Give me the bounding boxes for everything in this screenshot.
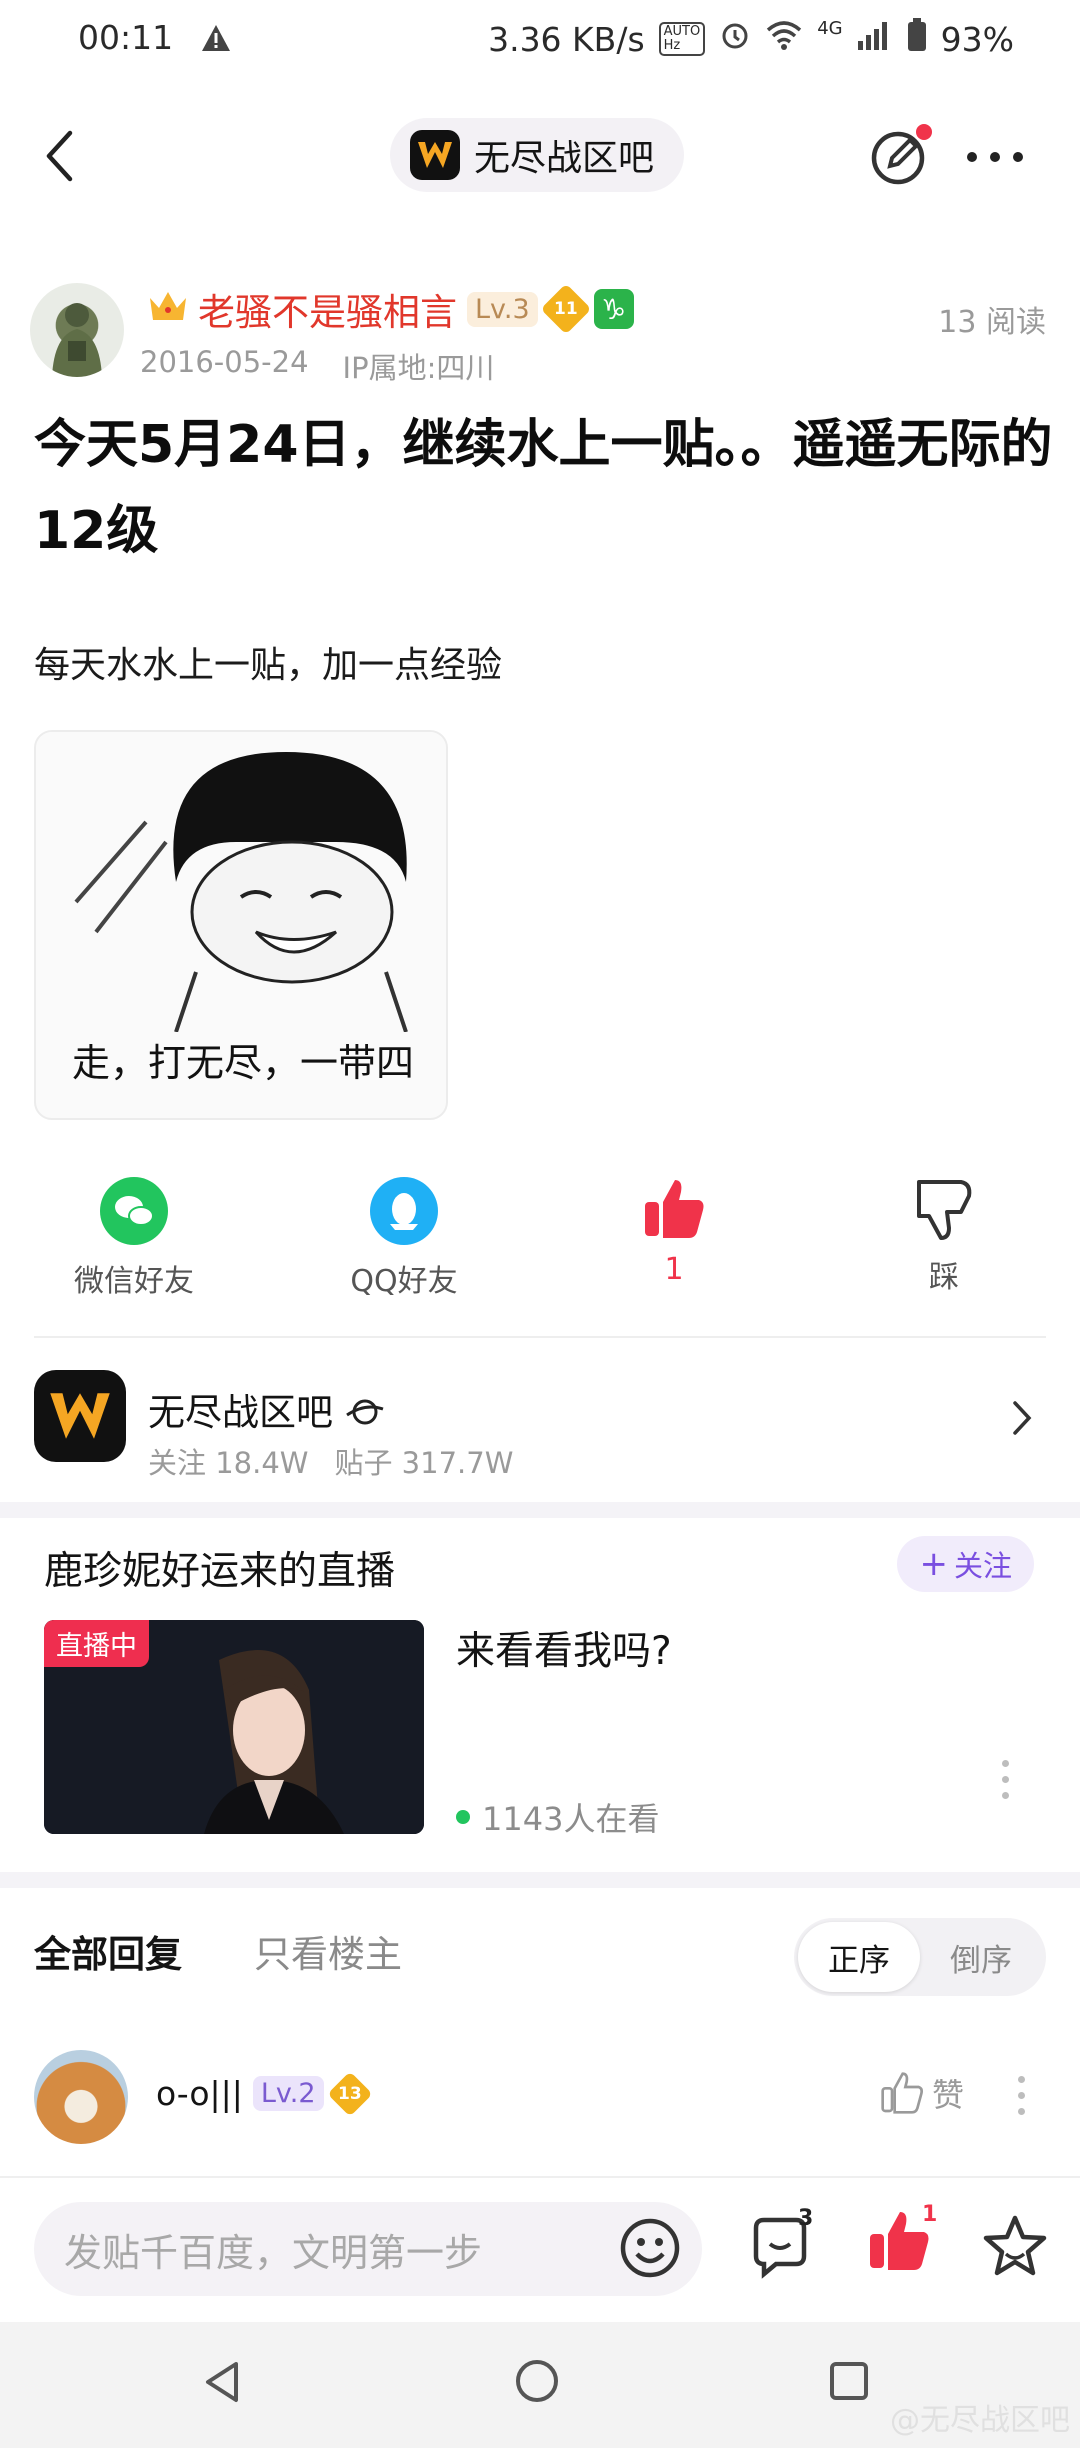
live-title[interactable]: 鹿珍妮好运来的直播 bbox=[44, 1540, 395, 1596]
member-badge-icon: 11 bbox=[540, 283, 592, 335]
thumb-down-icon bbox=[917, 1180, 972, 1240]
signal-icon bbox=[857, 19, 893, 59]
qq-icon bbox=[370, 1177, 438, 1245]
member-badge-level: 11 bbox=[553, 298, 578, 319]
divider bbox=[34, 1336, 1046, 1338]
like-bottom-icon[interactable]: 1 bbox=[866, 2202, 937, 2278]
share-wechat-button[interactable]: 微信好友 bbox=[44, 1176, 224, 1300]
reply-author[interactable]: o-o||| bbox=[156, 2074, 243, 2113]
forum-logo[interactable] bbox=[34, 1370, 126, 1462]
like-count: 1 bbox=[664, 1252, 684, 1287]
dislike-label: 踩 bbox=[929, 1260, 959, 1295]
meme-face-image bbox=[36, 732, 446, 1033]
reply-badge-level: 13 bbox=[337, 2083, 362, 2104]
live-more-icon[interactable] bbox=[1002, 1760, 1010, 1799]
live-caption[interactable]: 来看看我吗? bbox=[456, 1620, 672, 1676]
reply-like-button[interactable]: 赞 bbox=[880, 2070, 964, 2116]
read-count: 13 阅读 bbox=[938, 305, 1046, 340]
share-qq-button[interactable]: QQ好友 bbox=[314, 1176, 494, 1300]
like-bottom-count: 1 bbox=[922, 2202, 938, 2227]
post-title: 今天5月24日，继续水上一贴。。遥遥无际的12级 bbox=[34, 415, 1053, 561]
author-level: Lv.3 bbox=[467, 291, 538, 327]
edit-post-icon[interactable] bbox=[868, 122, 934, 192]
comment-icon[interactable]: 3 bbox=[748, 2206, 818, 2284]
sort-asc-button[interactable]: 正序 bbox=[798, 1922, 920, 1992]
forum-posts: 贴子 317.7W bbox=[334, 1446, 514, 1480]
follow-button[interactable]: + 关注 bbox=[897, 1536, 1034, 1592]
zodiac-icon: ♑ bbox=[593, 289, 634, 329]
tab-op-only[interactable]: 只看楼主 bbox=[254, 1924, 402, 1978]
author-name[interactable]: 老骚不是骚相言 bbox=[198, 282, 457, 336]
nav-back-icon[interactable] bbox=[202, 2360, 242, 2408]
author-avatar[interactable] bbox=[30, 283, 124, 377]
author-line: 老骚不是骚相言 Lv.3 11 ♑ bbox=[148, 282, 634, 336]
wifi-icon bbox=[765, 19, 803, 59]
forum-logo-icon bbox=[410, 130, 460, 180]
post-date: 2016-05-24 bbox=[140, 345, 309, 379]
section-gap bbox=[0, 1872, 1080, 1888]
thumb-up-outline-icon bbox=[881, 2072, 923, 2114]
image-caption: 走，打无尽，一带四 bbox=[71, 1041, 414, 1085]
forum-pill[interactable]: 无尽战区吧 bbox=[390, 118, 685, 192]
comment-bar: 发贴千百度，文明第一步 3 1 bbox=[0, 2176, 1080, 2322]
network-speed: 3.36 KB/s bbox=[488, 19, 645, 59]
nav-recents-icon[interactable] bbox=[828, 2360, 870, 2406]
forum-name[interactable]: 无尽战区吧 bbox=[148, 1382, 385, 1436]
star-icon[interactable] bbox=[982, 2214, 1048, 2282]
status-bar: 00:11 3.36 KB/s AUTO Hz 4G 93% bbox=[0, 0, 1080, 82]
status-indicators: 3.36 KB/s AUTO Hz 4G 93% bbox=[488, 18, 1014, 60]
sort-desc-button[interactable]: 倒序 bbox=[920, 1922, 1042, 1992]
forum-name-text: 无尽战区吧 bbox=[148, 1391, 333, 1434]
status-time: 00:11 bbox=[78, 18, 174, 57]
forum-pill-label: 无尽战区吧 bbox=[474, 138, 655, 179]
live-viewers: 1143人在看 bbox=[456, 1794, 659, 1840]
post-ip: IP属地:四川 bbox=[342, 351, 495, 385]
comment-count: 3 bbox=[798, 2206, 814, 2231]
network-type: 4G bbox=[817, 18, 843, 39]
reply-badge-icon: 13 bbox=[326, 2070, 373, 2117]
reply-like-label: 赞 bbox=[931, 2076, 964, 2114]
comment-placeholder: 发贴千百度，文明第一步 bbox=[64, 2230, 483, 2275]
battery-icon bbox=[907, 18, 927, 60]
reply-level: Lv.2 bbox=[252, 2076, 324, 2111]
forum-followers: 关注 18.4W bbox=[148, 1446, 309, 1480]
sort-toggle: 正序 倒序 bbox=[794, 1918, 1046, 1996]
crown-icon bbox=[148, 288, 188, 331]
reply-author-line: o-o||| Lv.2 13 bbox=[156, 2070, 373, 2117]
like-button[interactable]: 1 bbox=[584, 1176, 764, 1287]
nav-home-icon[interactable] bbox=[514, 2358, 560, 2408]
live-viewers-text: 1143人在看 bbox=[482, 1800, 660, 1838]
top-nav: 无尽战区吧 bbox=[0, 100, 1080, 210]
live-thumbnail[interactable]: 直播中 bbox=[44, 1620, 424, 1834]
live-badge: 直播中 bbox=[44, 1620, 149, 1667]
alarm-icon bbox=[719, 19, 751, 59]
comment-input[interactable]: 发贴千百度，文明第一步 bbox=[34, 2202, 702, 2296]
section-gap bbox=[0, 1502, 1080, 1518]
warning-icon bbox=[200, 22, 232, 61]
post-body: 每天水水上一贴，加一点经验 bbox=[34, 645, 503, 686]
chevron-right-icon[interactable] bbox=[1012, 1400, 1032, 1440]
dislike-button[interactable]: 踩 bbox=[854, 1176, 1034, 1296]
follow-label: 关注 bbox=[953, 1549, 1012, 1583]
emoji-icon[interactable] bbox=[618, 2216, 682, 2284]
qq-label: QQ好友 bbox=[350, 1264, 458, 1299]
forum-logo-icon bbox=[50, 1393, 110, 1439]
live-dot-icon bbox=[456, 1810, 470, 1824]
reply-more-icon[interactable] bbox=[1018, 2076, 1026, 2115]
forum-stats: 关注 18.4W 贴子 317.7W bbox=[148, 1440, 513, 1482]
wechat-label: 微信好友 bbox=[74, 1264, 194, 1299]
post-meta: 2016-05-24 IP属地:四川 bbox=[140, 345, 494, 387]
battery-level: 93% bbox=[940, 19, 1014, 59]
planet-icon bbox=[345, 1399, 384, 1425]
plus-icon: + bbox=[919, 1544, 948, 1584]
thumb-up-icon bbox=[645, 1180, 704, 1238]
reply-avatar[interactable] bbox=[34, 2050, 128, 2144]
wechat-icon bbox=[100, 1177, 168, 1245]
watermark: @无尽战区吧 bbox=[890, 2403, 1070, 2438]
more-icon[interactable] bbox=[966, 148, 1024, 167]
auto-hz-icon: AUTO Hz bbox=[658, 22, 706, 56]
back-icon[interactable] bbox=[44, 130, 74, 186]
tab-all-replies[interactable]: 全部回复 bbox=[34, 1924, 182, 1978]
post-image[interactable]: 走，打无尽，一带四 bbox=[34, 730, 448, 1120]
